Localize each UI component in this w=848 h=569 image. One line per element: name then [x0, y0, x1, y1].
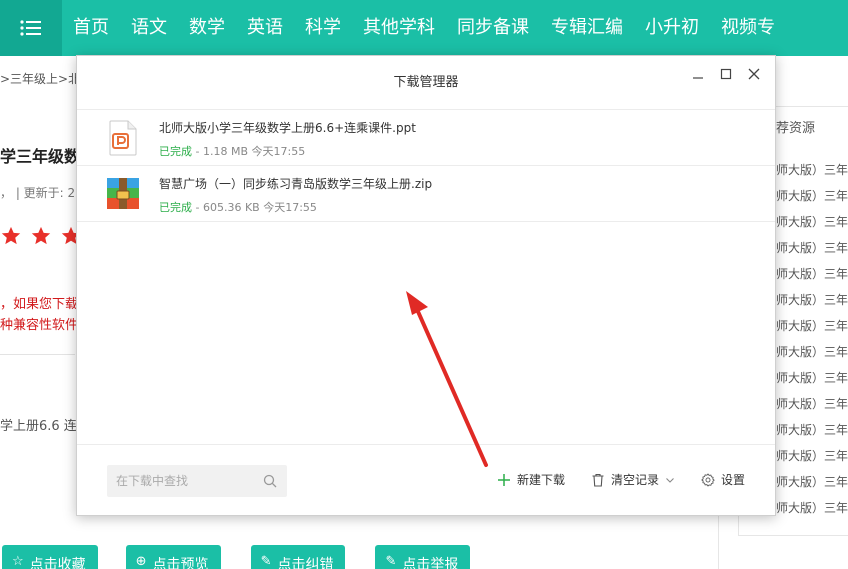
minimize-icon: [693, 77, 703, 79]
recommend-item[interactable]: 师大版）三年: [776, 498, 848, 524]
compatibility-notice: ，如果您下载 种兼容性软件: [0, 294, 78, 336]
trash-icon: [592, 473, 604, 487]
maximize-icon: [720, 68, 732, 80]
recommend-item[interactable]: 师大版）三年: [776, 290, 848, 316]
recommend-item[interactable]: 师大版）三年: [776, 472, 848, 498]
breadcrumb[interactable]: >三年级上>北: [0, 70, 80, 87]
star-icon: [31, 226, 51, 245]
recommend-item[interactable]: 师大版）三年: [776, 212, 848, 238]
doc-meta: ， | 更新于: 2: [0, 186, 76, 200]
menu-button[interactable]: [0, 0, 62, 56]
nav-item-junior-entrance[interactable]: 小升初: [634, 0, 710, 56]
settings-button[interactable]: 设置: [701, 471, 745, 488]
recommend-item[interactable]: 师大版）三年: [776, 238, 848, 264]
recommend-item[interactable]: 师大版）三年: [776, 342, 848, 368]
clear-records-label: 清空记录: [610, 473, 659, 487]
window-controls: [687, 66, 765, 82]
ppt-file-icon: [109, 120, 137, 156]
nav-item-other-subjects[interactable]: 其他学科: [352, 0, 446, 56]
download-time: 今天17:55: [263, 201, 317, 214]
recommend-item[interactable]: 师大版）三年: [776, 316, 848, 342]
dialog-title: 下载管理器: [393, 75, 459, 90]
notice-line: ，如果您下载: [0, 297, 79, 312]
nav-item-english[interactable]: 英语: [236, 0, 294, 56]
preview-label: 点击预览: [152, 557, 209, 569]
preview-button[interactable]: ⊕ 点击预览: [125, 545, 221, 569]
hamburger-icon: [20, 20, 41, 36]
preview-icon: ⊕: [135, 554, 147, 569]
download-filename: 智慧广场（一）同步练习青岛版数学三年级上册.zip: [159, 177, 433, 191]
file-description: 学上册6.6 连: [0, 419, 77, 434]
close-icon: [748, 68, 760, 80]
divider: [0, 354, 75, 355]
plus-icon: [497, 473, 510, 486]
download-time: 今天17:55: [251, 145, 306, 158]
recommend-item[interactable]: 师大版）三年: [776, 420, 848, 446]
annotation-arrow: [406, 291, 488, 467]
download-item[interactable]: 智慧广场（一）同步练习青岛版数学三年级上册.zip 已完成 - 605.36 K…: [77, 166, 775, 222]
nav-item-chinese[interactable]: 语文: [120, 0, 178, 56]
new-download-button[interactable]: 新建下载: [497, 471, 565, 488]
recommend-item[interactable]: 师大版）三年: [776, 160, 848, 186]
star-icon: [1, 226, 21, 245]
download-search-input[interactable]: [116, 465, 256, 497]
search-icon[interactable]: [263, 474, 277, 488]
recommend-list: 师大版）三年 师大版）三年 师大版）三年 师大版）三年 师大版）三年 师大版）三…: [776, 160, 848, 524]
info-separator: -: [195, 201, 203, 214]
download-info: 已完成 - 1.18 MB 今天17:55: [159, 143, 305, 159]
gear-icon: [701, 472, 715, 487]
action-buttons: ☆ 点击收藏 ⊕ 点击预览 ✎ 点击纠错 ✎ 点击举报: [0, 545, 471, 569]
page-title: 学三年级数: [0, 147, 81, 166]
recommend-title: 荐资源: [776, 121, 816, 136]
favorite-button[interactable]: ☆ 点击收藏: [2, 545, 98, 569]
recommend-item[interactable]: 师大版）三年: [776, 186, 848, 212]
report-icon: ✎: [385, 554, 397, 569]
download-info: 已完成 - 605.36 KB 今天17:55: [159, 199, 317, 215]
download-status: 已完成: [159, 145, 192, 158]
maximize-button[interactable]: [715, 66, 737, 82]
download-size: 605.36 KB: [202, 201, 260, 214]
nav-item-collections[interactable]: 专辑汇编: [540, 0, 634, 56]
info-separator: -: [195, 145, 203, 158]
download-search-box: [107, 465, 287, 497]
nav-item-home[interactable]: 首页: [62, 0, 120, 56]
chevron-down-icon[interactable]: [665, 475, 675, 485]
dialog-footer-actions: 新建下载 清空记录 设置: [471, 471, 745, 488]
nav-items: 首页 语文 数学 英语 科学 其他学科 同步备课 专辑汇编 小升初 视频专: [62, 0, 786, 56]
recommend-item[interactable]: 师大版）三年: [776, 264, 848, 290]
download-size: 1.18 MB: [202, 145, 248, 158]
screen: 首页 语文 数学 英语 科学 其他学科 同步备课 专辑汇编 小升初 视频专 >三…: [0, 0, 848, 569]
clear-records-button[interactable]: 清空记录: [591, 471, 675, 488]
nav-item-science[interactable]: 科学: [294, 0, 352, 56]
nav-item-video[interactable]: 视频专: [710, 0, 786, 56]
close-button[interactable]: [743, 66, 765, 82]
report-button[interactable]: ✎ 点击举报: [375, 545, 471, 569]
star-outline-icon: ☆: [12, 554, 24, 569]
nav-item-sync-prep[interactable]: 同步备课: [446, 0, 540, 56]
minimize-button[interactable]: [687, 66, 709, 82]
report-label: 点击举报: [402, 557, 459, 569]
recommend-item[interactable]: 师大版）三年: [776, 446, 848, 472]
download-status: 已完成: [159, 201, 192, 214]
settings-label: 设置: [720, 473, 745, 487]
correct-error-label: 点击纠错: [277, 557, 334, 569]
download-item[interactable]: 北师大版小学三年级数学上册6.6+连乘课件.ppt 已完成 - 1.18 MB …: [77, 110, 775, 166]
zip-archive-icon: [107, 178, 139, 209]
new-download-label: 新建下载: [516, 473, 565, 487]
top-nav-bar: 首页 语文 数学 英语 科学 其他学科 同步备课 专辑汇编 小升初 视频专: [0, 0, 848, 56]
recommend-item[interactable]: 师大版）三年: [776, 368, 848, 394]
correct-error-button[interactable]: ✎ 点击纠错: [250, 545, 346, 569]
notice-line: 种兼容性软件: [0, 318, 79, 333]
recommend-item[interactable]: 师大版）三年: [776, 394, 848, 420]
edit-icon: ✎: [260, 554, 272, 569]
favorite-label: 点击收藏: [29, 557, 86, 569]
nav-item-math[interactable]: 数学: [178, 0, 236, 56]
download-filename: 北师大版小学三年级数学上册6.6+连乘课件.ppt: [159, 121, 416, 135]
rating-stars: [0, 225, 82, 247]
